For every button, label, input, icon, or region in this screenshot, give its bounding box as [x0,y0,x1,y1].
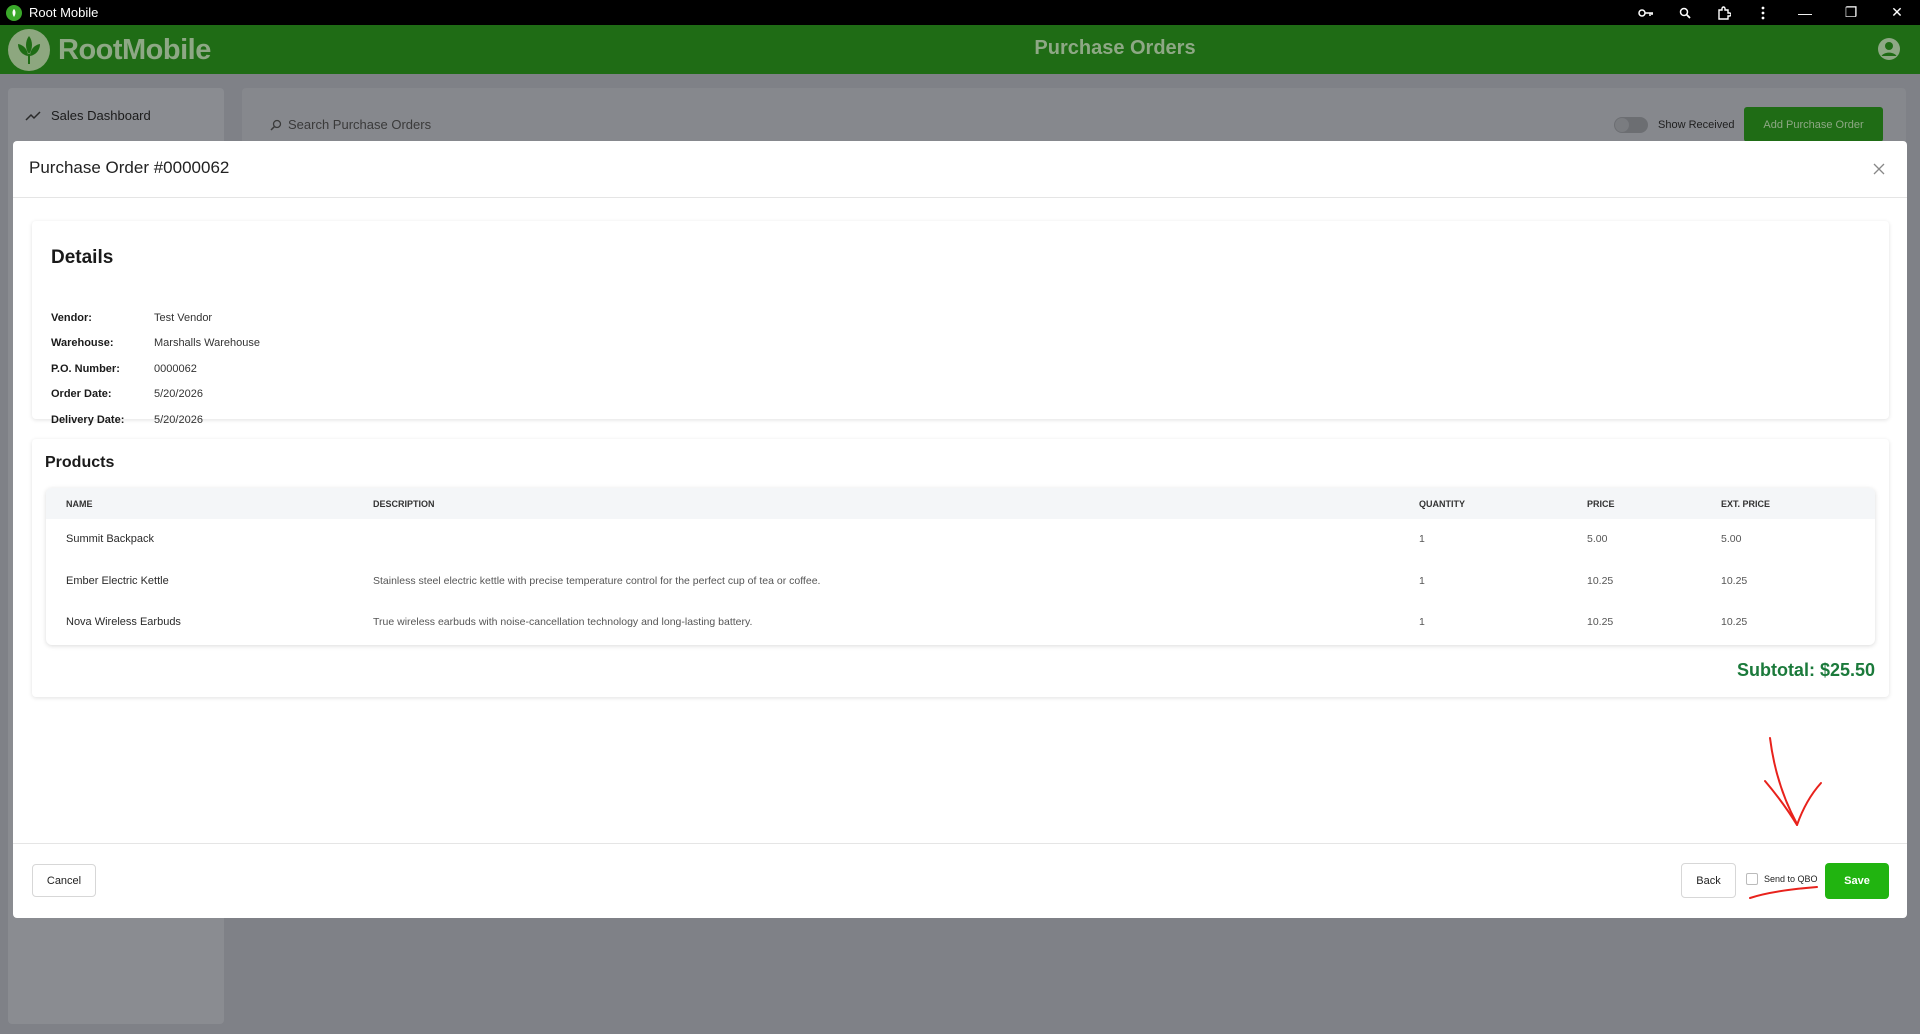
search-placeholder: Search Purchase Orders [288,117,432,132]
purchase-order-modal: Purchase Order #0000062 Details Vendor: … [13,141,1907,918]
products-heading: Products [45,454,115,471]
detail-value: Test Vendor [154,312,213,324]
detail-value: 5/20/2026 [154,414,203,426]
modal-title: Purchase Order #0000062 [29,158,230,177]
detail-value: 5/20/2026 [154,388,203,400]
modal-header: Purchase Order #0000062 [13,141,1907,198]
details-card: Details Vendor: Test Vendor Warehouse: M… [32,221,1889,426]
more-vert-icon[interactable] [1743,0,1782,25]
logo-leaf-icon [8,29,50,71]
detail-po-number: P.O. Number: 0000062 [51,363,197,375]
search-icon [270,119,282,131]
detail-label: Warehouse: [51,337,114,349]
detail-value: Marshalls Warehouse [154,337,260,349]
cell-quantity: 1 [1419,575,1425,587]
minimize-button[interactable]: — [1782,0,1828,25]
detail-delivery-date: Delivery Date: 5/20/2026 [51,414,203,426]
cell-name: Nova Wireless Earbuds [66,616,181,628]
column-header-ext-price[interactable]: EXT. PRICE [1721,499,1770,509]
detail-vendor: Vendor: Test Vendor [51,312,212,324]
restore-button[interactable]: ❐ [1828,0,1874,25]
cell-quantity: 1 [1419,616,1425,628]
cell-ext-price: 5.00 [1721,533,1742,545]
detail-warehouse: Warehouse: Marshalls Warehouse [51,337,260,349]
logo-text: RootMobile [58,33,211,66]
detail-label: Vendor: [51,312,92,324]
key-icon[interactable] [1626,0,1665,25]
products-card: Products NAME DESCRIPTION QUANTITY PRICE… [32,439,1889,697]
column-header-quantity[interactable]: QUANTITY [1419,499,1465,509]
page-title: Purchase Orders [1034,37,1196,59]
detail-label: Delivery Date: [51,414,125,426]
column-header-description[interactable]: DESCRIPTION [373,499,435,509]
trend-icon [25,110,41,121]
cell-ext-price: 10.25 [1721,616,1748,628]
search-input[interactable]: Search Purchase Orders [270,117,431,132]
sidebar-item-label: Sales Dashboard [51,108,151,123]
close-window-button[interactable]: ✕ [1874,0,1920,25]
modal-footer: Cancel Back Send to QBO Save [13,843,1907,918]
cell-price: 10.25 [1587,575,1614,587]
detail-order-date: Order Date: 5/20/2026 [51,388,203,400]
detail-label: Order Date: [51,388,112,400]
window-title-bar: Root Mobile — ❐ ✕ [0,0,1920,25]
close-icon[interactable] [1871,161,1887,177]
detail-value: 0000062 [154,363,197,375]
cell-ext-price: 10.25 [1721,575,1748,587]
app-leaf-icon [6,4,22,21]
extension-icon[interactable] [1704,0,1743,25]
products-table: NAME DESCRIPTION QUANTITY PRICE EXT. PRI… [46,488,1875,645]
cell-price: 10.25 [1587,616,1614,628]
account-icon[interactable] [1877,37,1901,61]
cell-name: Ember Electric Kettle [66,575,169,587]
cell-description: Stainless steel electric kettle with pre… [373,575,821,587]
sidebar-item-sales-dashboard[interactable]: Sales Dashboard [25,108,151,123]
send-to-qbo-checkbox[interactable]: Send to QBO [1746,873,1818,885]
show-received-label: Show Received [1658,119,1735,131]
logo[interactable]: RootMobile [8,29,211,71]
cell-description: True wireless earbuds with noise-cancell… [373,616,753,628]
send-to-qbo-label: Send to QBO [1764,874,1818,884]
add-purchase-order-button[interactable]: Add Purchase Order [1744,107,1883,142]
table-row[interactable]: Nova Wireless Earbuds True wireless earb… [46,602,1875,643]
checkbox-box[interactable] [1746,873,1758,885]
table-row[interactable]: Summit Backpack 1 5.00 5.00 [46,519,1875,560]
table-row[interactable]: Ember Electric Kettle Stainless steel el… [46,561,1875,602]
zoom-icon[interactable] [1665,0,1704,25]
table-header: NAME DESCRIPTION QUANTITY PRICE EXT. PRI… [46,488,1875,519]
column-header-name[interactable]: NAME [66,499,93,509]
detail-label: P.O. Number: [51,363,120,375]
back-button[interactable]: Back [1681,863,1736,898]
cell-price: 5.00 [1587,533,1608,545]
toggle-knob [1615,118,1629,132]
details-heading: Details [51,247,114,268]
app-header: RootMobile Purchase Orders [0,25,1920,74]
column-header-price[interactable]: PRICE [1587,499,1615,509]
subtotal: Subtotal: $25.50 [1736,660,1875,680]
cancel-button[interactable]: Cancel [32,864,96,897]
toggle-track[interactable] [1614,117,1648,133]
cell-quantity: 1 [1419,533,1425,545]
save-button[interactable]: Save [1825,863,1889,899]
show-received-toggle[interactable]: Show Received [1614,117,1734,133]
window-title: Root Mobile [29,5,99,20]
cell-name: Summit Backpack [66,533,155,545]
